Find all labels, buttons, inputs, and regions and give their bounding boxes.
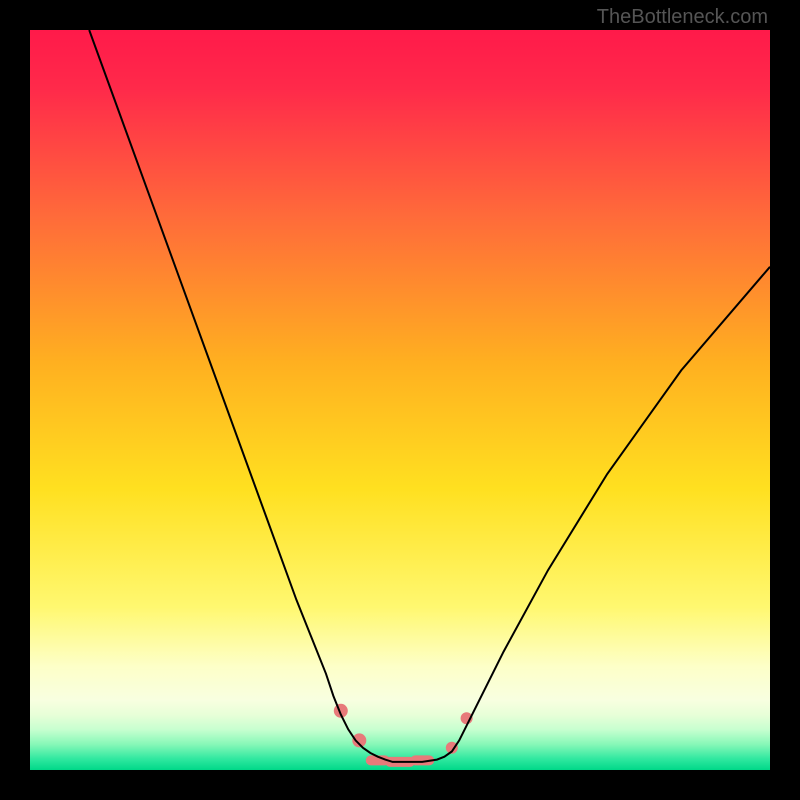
curve-layer [30, 30, 770, 770]
plot-area [30, 30, 770, 770]
markers-group [334, 704, 473, 767]
bottleneck-curve [89, 30, 770, 762]
watermark-text: TheBottleneck.com [597, 6, 768, 29]
chart-container: TheBottleneck.com [0, 0, 800, 800]
